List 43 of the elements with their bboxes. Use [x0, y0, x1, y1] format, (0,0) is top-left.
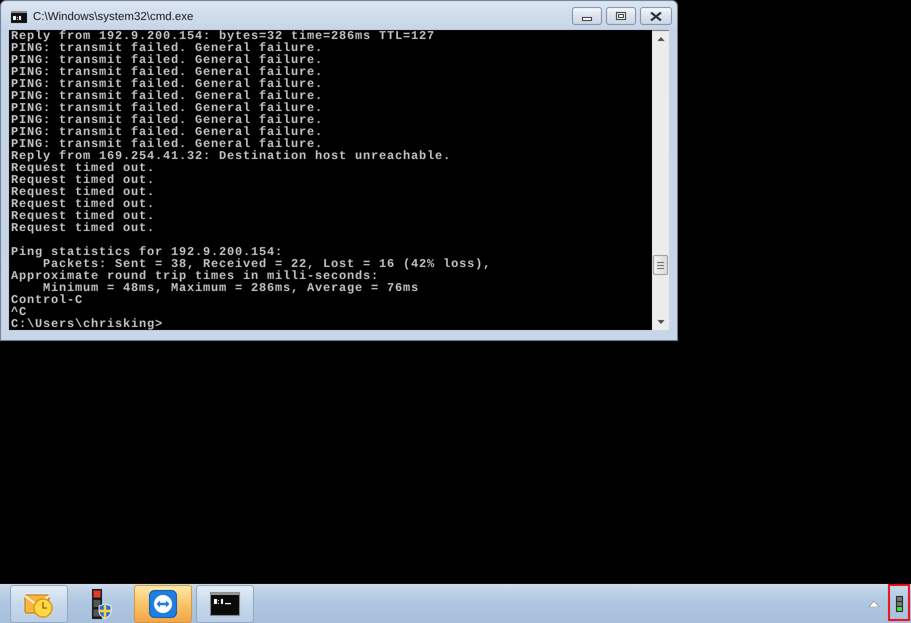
console-line: C:\Users\chrisking> — [11, 318, 164, 330]
close-button[interactable] — [640, 7, 672, 25]
console-line: Request timed out. — [11, 210, 156, 222]
console-line: Control-C — [11, 294, 84, 306]
grip-icon — [657, 262, 664, 268]
console-line: Request timed out. — [11, 198, 156, 210]
console-line: PING: transmit failed. General failure. — [11, 66, 324, 78]
close-icon — [650, 12, 662, 20]
console-line: Ping statistics for 192.9.200.154: — [11, 246, 284, 258]
taskbar-button[interactable] — [134, 585, 192, 623]
scroll-up-arrow-icon[interactable] — [656, 37, 664, 41]
maximize-button[interactable] — [606, 7, 636, 25]
window-title: C:\Windows\system32\cmd.exe — [33, 10, 194, 22]
console-line: PING: transmit failed. General failure. — [11, 138, 324, 150]
console-icon — [11, 10, 27, 22]
console-line: Request timed out. — [11, 222, 156, 234]
up-triangle-icon — [869, 601, 879, 607]
console-line: PING: transmit failed. General failure. — [11, 102, 324, 114]
minimize-icon — [582, 16, 592, 20]
taskbar-button[interactable] — [196, 585, 254, 623]
console-line: Request timed out. — [11, 162, 156, 174]
traffic-light-icon[interactable] — [896, 596, 902, 612]
console-line: Minimum = 48ms, Maximum = 286ms, Average = 76ms — [43, 282, 420, 294]
console-line: Request timed out. — [11, 174, 156, 186]
scrollbar[interactable] — [652, 30, 669, 330]
terminal-icon — [210, 590, 240, 618]
console-line: PING: transmit failed. General failure. — [11, 78, 324, 90]
traffic-light-shield-icon — [90, 589, 112, 619]
console-line: PING: transmit failed. General failure. — [11, 114, 324, 126]
scrollbar-thumb[interactable] — [653, 255, 668, 275]
console-line: PING: transmit failed. General failure. — [11, 42, 324, 54]
console-line: PING: transmit failed. General failure. — [11, 126, 324, 138]
console-line: Reply from 169.254.41.32: Destination host unreachable. — [11, 150, 452, 162]
maximize-icon — [616, 12, 626, 20]
scroll-down-arrow-icon[interactable] — [656, 320, 664, 324]
console-line: Packets: Sent = 38, Received = 22, Lost = 16 (42% loss), — [43, 258, 492, 270]
console-line: Approximate round trip times in milli-seconds: — [11, 270, 380, 282]
console-line: Reply from 192.9.200.154: bytes=32 time=286ms TTL=127 — [11, 30, 436, 42]
console-line: Request timed out. — [11, 186, 156, 198]
console-line: PING: transmit failed. General failure. — [11, 90, 324, 102]
console-line: PING: transmit failed. General failure. — [11, 54, 324, 66]
console-line: ^C — [11, 306, 28, 318]
minimize-button[interactable] — [572, 7, 602, 25]
